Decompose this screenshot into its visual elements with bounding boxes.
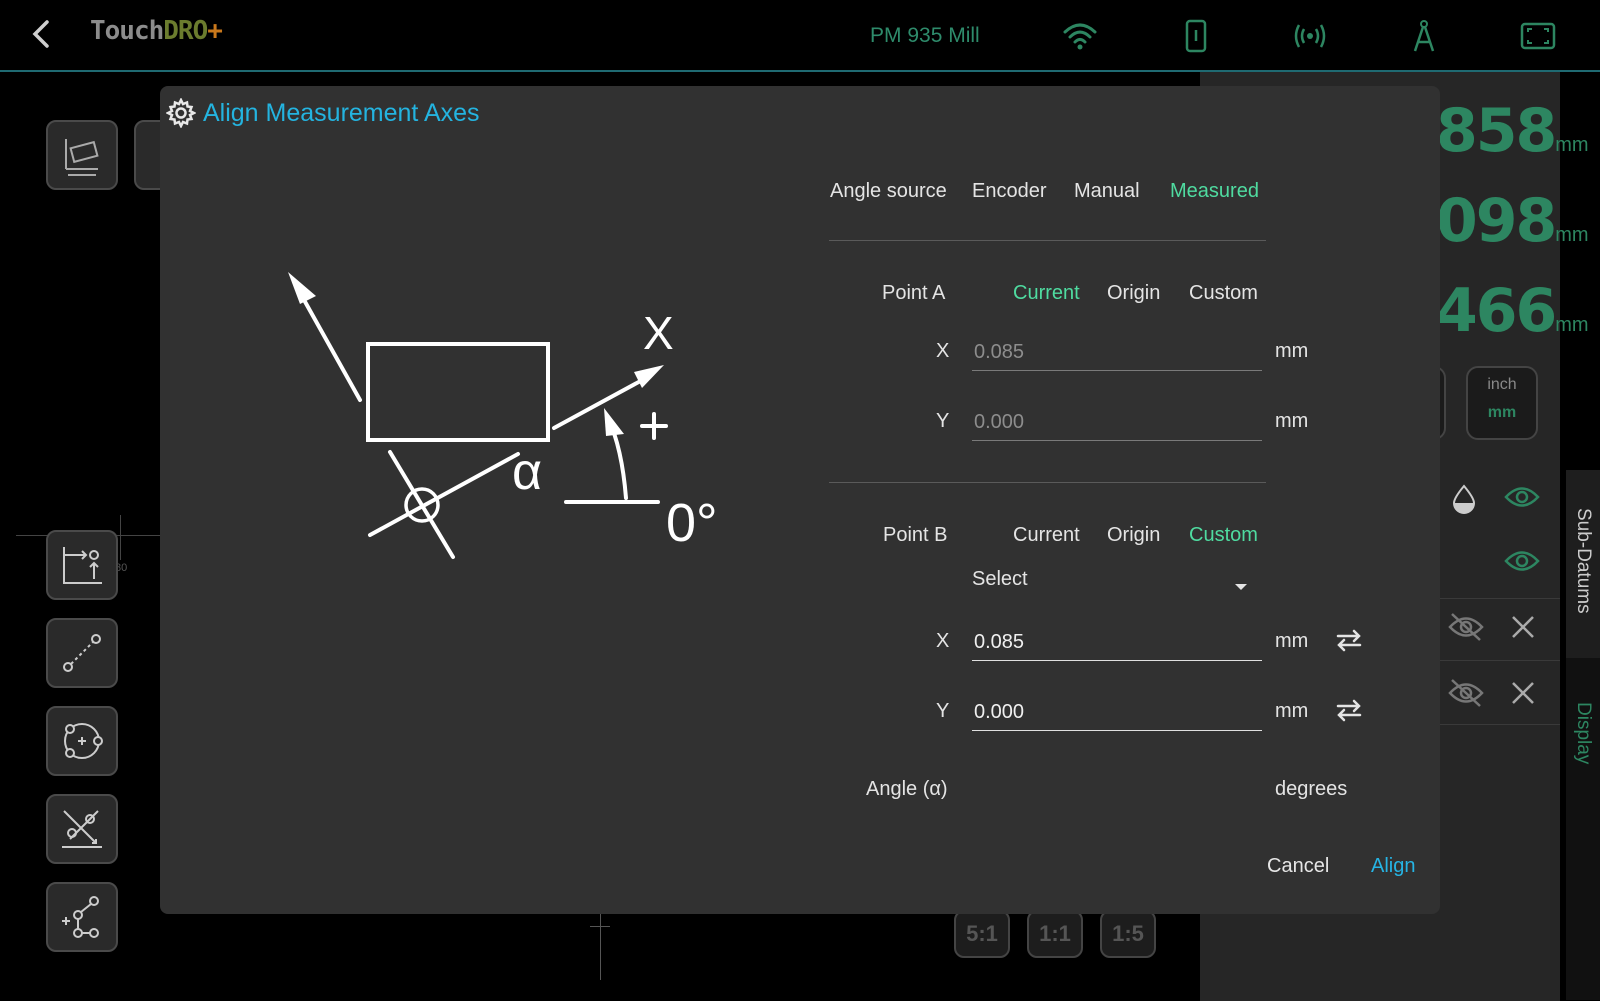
readout-z-value: 466 — [1436, 276, 1557, 346]
machine-name[interactable]: PM 935 Mill — [870, 24, 980, 48]
diagram-alpha-label: α — [512, 443, 543, 501]
divider-2 — [1440, 660, 1560, 661]
swap-icon[interactable] — [1334, 628, 1364, 652]
readout-x-value: 858 — [1436, 96, 1557, 166]
eye-off-icon-2[interactable] — [1448, 678, 1484, 713]
point-a-y-unit: mm — [1275, 410, 1309, 432]
axis-tick — [120, 515, 121, 560]
readout-y-unit: mm — [1555, 224, 1589, 246]
angle-source-manual[interactable]: Manual — [1074, 180, 1140, 203]
point-b-origin[interactable]: Origin — [1107, 524, 1160, 547]
broadcast-icon[interactable] — [1292, 18, 1328, 54]
angle-source-label: Angle source — [830, 180, 947, 202]
readout-y-value: 098 — [1436, 186, 1557, 256]
point-a-current[interactable]: Current — [1013, 282, 1080, 305]
diagram-axis-label: X — [643, 307, 674, 359]
divider-point-a — [829, 482, 1266, 483]
tool-button-pattern[interactable] — [46, 882, 118, 952]
point-b-current[interactable]: Current — [1013, 524, 1080, 547]
readout-x[interactable]: 858mm — [1436, 96, 1589, 166]
point-a-x-label: X — [936, 340, 950, 362]
angle-label: Angle (α) — [866, 778, 948, 800]
point-a-custom[interactable]: Custom — [1189, 282, 1258, 305]
readout-x-unit: mm — [1555, 134, 1589, 156]
eye-icon-2[interactable] — [1504, 546, 1540, 581]
divider-angle-source — [829, 240, 1266, 241]
drop-icon[interactable] — [1448, 482, 1480, 519]
point-b-x-unit: mm — [1275, 630, 1309, 652]
tab-display[interactable]: Display — [1566, 690, 1600, 800]
angle-unit: degrees — [1275, 778, 1348, 800]
point-b-y-label: Y — [936, 700, 950, 722]
readout-z-unit: mm — [1555, 314, 1589, 336]
tab-sub-datums-label: Sub-Datums — [1573, 508, 1594, 614]
units-inch[interactable]: inch — [1468, 376, 1536, 394]
app-logo: TouchDRO+ — [90, 16, 223, 46]
close-icon-2[interactable] — [1510, 680, 1536, 711]
units-mm[interactable]: mm — [1468, 404, 1536, 422]
point-b-y-field[interactable]: 0.000 — [972, 694, 1262, 731]
fullscreen-icon[interactable] — [1520, 18, 1556, 54]
eye-icon[interactable] — [1504, 482, 1540, 517]
units-toggle[interactable]: inch mm — [1466, 366, 1538, 440]
diagram-zero-label: 0° — [666, 493, 718, 553]
point-b-custom[interactable]: Custom — [1189, 524, 1258, 547]
zoom-5-1-button[interactable]: 5:1 — [954, 910, 1010, 958]
point-b-y-unit: mm — [1275, 700, 1309, 722]
eye-off-icon[interactable] — [1448, 612, 1484, 647]
tablet-icon[interactable] — [1178, 18, 1214, 54]
compass-icon[interactable] — [1406, 18, 1442, 54]
zoom-1-5-button[interactable]: 1:5 — [1100, 910, 1156, 958]
tool-button-align[interactable] — [46, 794, 118, 864]
canvas-axis-vertical — [600, 910, 601, 980]
point-a-x-field[interactable]: 0.085 — [972, 334, 1262, 371]
point-a-label: Point A — [882, 282, 946, 304]
top-bar — [0, 0, 1600, 72]
tab-sub-datums[interactable]: Sub-Datums — [1566, 470, 1600, 658]
swap-icon-2[interactable] — [1334, 698, 1364, 722]
wifi-icon[interactable] — [1062, 18, 1098, 54]
divider — [1440, 598, 1560, 599]
dialog-title: Align Measurement Axes — [203, 99, 480, 127]
readout-y[interactable]: 098mm — [1436, 186, 1589, 256]
point-b-select-value: Select — [972, 568, 1028, 590]
tool-button-circle[interactable] — [46, 706, 118, 776]
align-button[interactable]: Align — [1371, 855, 1415, 878]
tool-button-line[interactable] — [46, 618, 118, 688]
tab-display-label: Display — [1573, 702, 1594, 765]
back-icon[interactable] — [24, 16, 60, 52]
point-b-x-field[interactable]: 0.085 — [972, 624, 1262, 661]
close-icon[interactable] — [1510, 614, 1536, 645]
point-a-x-unit: mm — [1275, 340, 1309, 362]
canvas-axis-tick — [590, 926, 610, 927]
tool-button-workpiece[interactable] — [46, 120, 118, 190]
angle-source-encoder[interactable]: Encoder — [972, 180, 1047, 203]
readout-z[interactable]: 466mm — [1436, 276, 1589, 346]
angle-source-measured[interactable]: Measured — [1170, 180, 1259, 203]
point-a-y-field[interactable]: 0.000 — [972, 404, 1262, 441]
dropdown-arrow-icon — [1234, 578, 1248, 596]
zoom-1-1-button[interactable]: 1:1 — [1027, 910, 1083, 958]
point-a-origin[interactable]: Origin — [1107, 282, 1160, 305]
point-a-y-label: Y — [936, 410, 950, 432]
divider-3 — [1440, 724, 1560, 725]
cancel-button[interactable]: Cancel — [1267, 855, 1329, 878]
gear-icon — [165, 97, 197, 133]
tool-button-set-origin[interactable] — [46, 530, 118, 600]
point-b-select[interactable]: Select — [972, 568, 1248, 598]
point-b-label: Point B — [883, 524, 948, 546]
point-b-x-label: X — [936, 630, 950, 652]
